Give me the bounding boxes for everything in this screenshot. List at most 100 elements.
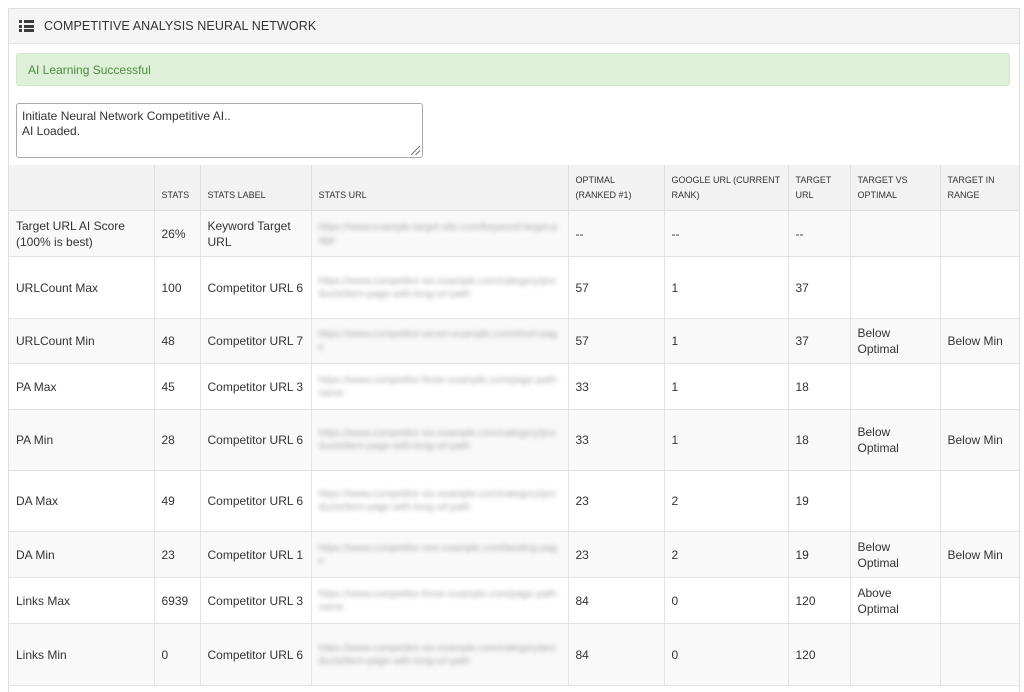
metric-cell: URLCount Max (9, 256, 155, 319)
stats-url-link[interactable]: https://www.competitor-three-example.com… (319, 374, 561, 400)
google-rank-cell: 0 (664, 623, 789, 686)
target-vs-optimal-cell: Below Optimal (850, 531, 941, 578)
stats-cell: 100 (154, 256, 201, 319)
stats-url-cell: https://www.competitor-six-example.com/c… (311, 623, 569, 686)
console-line: Initiate Neural Network Competitive AI.. (22, 109, 231, 123)
target-in-range-cell (940, 256, 1019, 319)
stats-url-cell: https://www.competitor-six-example.com/c… (311, 470, 569, 532)
column-header: STATS (154, 165, 201, 211)
stats-label-cell: Competitor URL 6 (200, 256, 312, 319)
metric-cell: PA Min (9, 409, 155, 471)
stats-url-link[interactable]: https://www.competitor-six-example.com/c… (319, 488, 561, 514)
target-in-range-cell: Below Min (940, 318, 1019, 364)
target-url-cell: 120 (788, 577, 851, 624)
metric-cell: Links Min (9, 623, 155, 686)
stats-url-link[interactable]: https://www.competitor-six-example.com/c… (319, 642, 561, 668)
list-icon (19, 20, 34, 32)
stats-url-link[interactable]: https://www.competitor-seven-example.com… (319, 328, 561, 354)
target-url-cell: 120 (788, 623, 851, 686)
metric-cell: PA Max (9, 363, 155, 410)
stats-url-cell: https://www.competitor-six-example.com/c… (311, 409, 569, 471)
stats-url-cell: https://www.competitor-six-example.com/c… (311, 256, 569, 319)
stats-label-cell: Competitor URL 6 (200, 470, 312, 532)
target-in-range-cell (940, 577, 1019, 624)
target-vs-optimal-cell: Above Optimal (850, 577, 941, 624)
optimal-cell: 33 (568, 409, 665, 471)
stats-label-cell: Keyword Target URL (200, 210, 312, 257)
column-header: OPTIMAL (RANKED #1) (568, 165, 665, 211)
stats-cell: 23 (154, 531, 201, 578)
stats-cell: 6939 (154, 577, 201, 624)
google-rank-cell: 2 (664, 470, 789, 532)
stats-url-cell: https://www.example-target-site.com/keyw… (311, 210, 569, 257)
table-row: Links Min 0 Competitor URL 6 https://www.co… (9, 623, 1019, 686)
column-header: TARGET URL (788, 165, 851, 211)
panel-heading: COMPETITIVE ANALYSIS NEURAL NETWORK (9, 9, 1019, 44)
competitive-analysis-panel: COMPETITIVE ANALYSIS NEURAL NETWORK AI L… (8, 8, 1020, 692)
optimal-cell: -- (568, 210, 665, 257)
column-header: TARGET VS OPTIMAL (850, 165, 941, 211)
stats-label-cell: Competitor URL 6 (200, 409, 312, 471)
stats-label-cell: Competitor URL 3 (200, 363, 312, 410)
google-rank-cell: 1 (664, 363, 789, 410)
alert-message: AI Learning Successful (28, 62, 151, 77)
target-in-range-cell (940, 470, 1019, 532)
target-vs-optimal-cell: Below Optimal (850, 318, 941, 364)
stats-url-link[interactable]: https://www.competitor-six-example.com/c… (319, 275, 561, 301)
target-vs-optimal-cell (850, 256, 941, 319)
target-vs-optimal-cell (850, 470, 941, 532)
target-vs-optimal-cell: Below Optimal (850, 409, 941, 471)
target-url-cell: 19 (788, 531, 851, 578)
column-header (9, 165, 155, 211)
metric-cell: DA Max (9, 470, 155, 532)
stats-url-link[interactable]: https://www.competitor-three-example.com… (319, 588, 561, 614)
target-in-range-cell (940, 210, 1019, 257)
stats-url-link[interactable]: https://www.competitor-one-example.com/l… (319, 542, 561, 568)
table-row: URLCount Min 48 Competitor URL 7 https://ww… (9, 318, 1019, 364)
target-url-cell: 18 (788, 409, 851, 471)
target-vs-optimal-cell (850, 623, 941, 686)
stats-table: STATS STATS LABEL STATS URL OPTIMAL (RAN… (9, 165, 1019, 686)
target-url-cell: 18 (788, 363, 851, 410)
column-header: GOOGLE URL (CURRENT RANK) (664, 165, 789, 211)
target-url-cell: 37 (788, 318, 851, 364)
target-in-range-cell (940, 623, 1019, 686)
stats-url-link[interactable]: https://www.example-target-site.com/keyw… (319, 221, 561, 247)
stats-url-cell: https://www.competitor-seven-example.com… (311, 318, 569, 364)
target-url-cell: 37 (788, 256, 851, 319)
optimal-cell: 84 (568, 623, 665, 686)
console-line: AI Loaded. (22, 124, 81, 138)
stats-cell: 48 (154, 318, 201, 364)
success-alert: AI Learning Successful (16, 53, 1010, 86)
resize-handle-icon[interactable] (411, 146, 420, 155)
google-rank-cell: 1 (664, 256, 789, 319)
column-header: STATS LABEL (200, 165, 312, 211)
stats-label-cell: Competitor URL 3 (200, 577, 312, 624)
google-rank-cell: -- (664, 210, 789, 257)
metric-cell: Target URL AI Score (100% is best) (9, 210, 155, 257)
optimal-cell: 84 (568, 577, 665, 624)
optimal-cell: 57 (568, 256, 665, 319)
target-vs-optimal-cell (850, 210, 941, 257)
google-rank-cell: 1 (664, 409, 789, 471)
optimal-cell: 33 (568, 363, 665, 410)
optimal-cell: 23 (568, 470, 665, 532)
stats-cell: 0 (154, 623, 201, 686)
metric-cell: DA Min (9, 531, 155, 578)
stats-url-link[interactable]: https://www.competitor-six-example.com/c… (319, 427, 561, 453)
target-url-cell: 19 (788, 470, 851, 532)
stats-url-cell: https://www.competitor-one-example.com/l… (311, 531, 569, 578)
stats-cell: 28 (154, 409, 201, 471)
table-row: Target URL AI Score (100% is best) 26% Key… (9, 210, 1019, 257)
stats-cell: 45 (154, 363, 201, 410)
target-vs-optimal-cell (850, 363, 941, 410)
table-row: PA Max 45 Competitor URL 3 https://www.comp… (9, 363, 1019, 410)
table-row: URLCount Max 100 Competitor URL 6 https://w… (9, 256, 1019, 319)
ai-console-textarea[interactable]: Initiate Neural Network Competitive AI..… (16, 103, 423, 158)
stats-cell: 49 (154, 470, 201, 532)
stats-label-cell: Competitor URL 7 (200, 318, 312, 364)
stats-label-cell: Competitor URL 6 (200, 623, 312, 686)
table-row: PA Min 28 Competitor URL 6 https://www.comp… (9, 409, 1019, 471)
stats-url-cell: https://www.competitor-three-example.com… (311, 577, 569, 624)
optimal-cell: 23 (568, 531, 665, 578)
